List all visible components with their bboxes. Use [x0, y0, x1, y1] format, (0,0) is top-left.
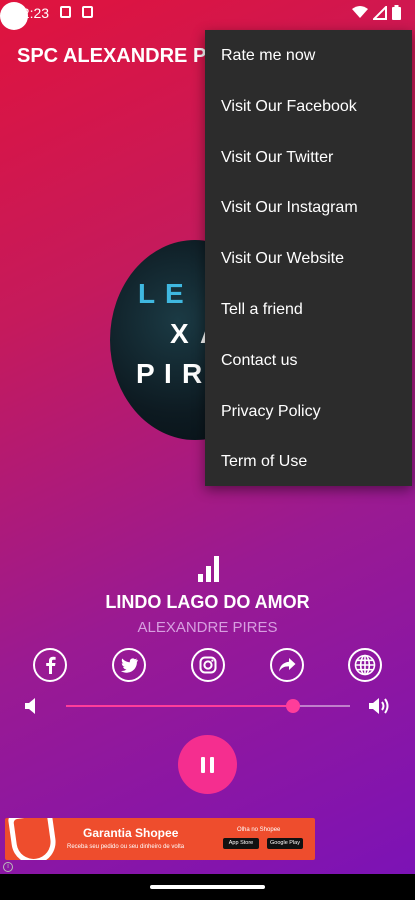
album-art-letter: E	[165, 278, 186, 309]
menu-item-instagram[interactable]: Visit Our Instagram	[205, 183, 412, 234]
google-play-badge[interactable]: Google Play	[267, 838, 303, 849]
album-art-letter: R	[182, 358, 205, 389]
volume-slider[interactable]	[66, 699, 350, 713]
twitter-icon	[120, 657, 138, 673]
wifi-icon	[352, 6, 368, 18]
website-button[interactable]	[348, 648, 382, 682]
status-icons	[352, 5, 401, 20]
facebook-icon	[46, 656, 56, 674]
facebook-button[interactable]	[33, 648, 67, 682]
twitter-button[interactable]	[112, 648, 146, 682]
menu-item-tell-friend[interactable]: Tell a friend	[205, 285, 412, 336]
navigation-bar	[0, 874, 415, 900]
signal-icon	[373, 5, 387, 20]
album-art-letter: X	[170, 318, 191, 349]
menu-item-website[interactable]: Visit Our Website	[205, 234, 412, 285]
share-icon	[279, 658, 296, 672]
menu-item-contact[interactable]: Contact us	[205, 336, 412, 387]
instagram-button[interactable]	[191, 648, 225, 682]
pause-button[interactable]	[178, 735, 237, 794]
volume-mute-icon[interactable]	[24, 696, 38, 716]
sim-card-icon	[82, 6, 93, 18]
volume-control	[0, 694, 415, 718]
status-time: 12:23	[14, 5, 50, 21]
ad-title: Garantia Shopee	[83, 826, 179, 840]
menu-item-twitter[interactable]: Visit Our Twitter	[205, 133, 412, 184]
song-title: LINDO LAGO DO AMOR	[105, 592, 310, 612]
overflow-menu: Rate me now Visit Our Facebook Visit Our…	[205, 30, 412, 486]
volume-slider-thumb[interactable]	[286, 699, 301, 713]
menu-item-privacy[interactable]: Privacy Policy	[205, 387, 412, 438]
menu-item-terms[interactable]: Term of Use	[205, 437, 412, 488]
globe-icon	[354, 654, 376, 676]
player-screen: 12:23 SPC ALEXANDRE PIRES L E X A P I R …	[0, 0, 415, 900]
album-art-letter: P	[136, 358, 157, 389]
volume-level-fill	[66, 705, 294, 707]
menu-item-facebook[interactable]: Visit Our Facebook	[205, 82, 412, 133]
home-gesture-handle[interactable]	[150, 885, 265, 889]
share-button[interactable]	[270, 648, 304, 682]
pause-icon	[201, 756, 205, 773]
pause-icon	[210, 756, 214, 773]
social-links	[0, 648, 415, 684]
app-store-badge[interactable]: App Store	[223, 838, 259, 849]
song-artist: ALEXANDRE PIRES	[137, 619, 278, 636]
equalizer-icon	[198, 556, 220, 582]
shield-logo-icon	[7, 818, 59, 860]
ad-info-icon[interactable]: i	[3, 862, 13, 872]
album-art-letter: L	[138, 278, 158, 309]
ad-side-text: Olha no Shopee	[237, 827, 281, 833]
ad-subtitle: Receba seu pedido ou seu dinheiro de vol…	[67, 844, 185, 850]
notification-icon	[60, 6, 71, 18]
status-bar: 12:23	[0, 0, 415, 30]
instagram-icon	[199, 656, 217, 674]
album-art-letter: I	[164, 358, 174, 389]
ad-banner[interactable]: Garantia Shopee Receba seu pedido ou seu…	[5, 818, 315, 860]
volume-up-icon[interactable]	[368, 695, 392, 717]
menu-item-rate[interactable]: Rate me now	[205, 31, 412, 82]
battery-icon	[392, 5, 401, 20]
